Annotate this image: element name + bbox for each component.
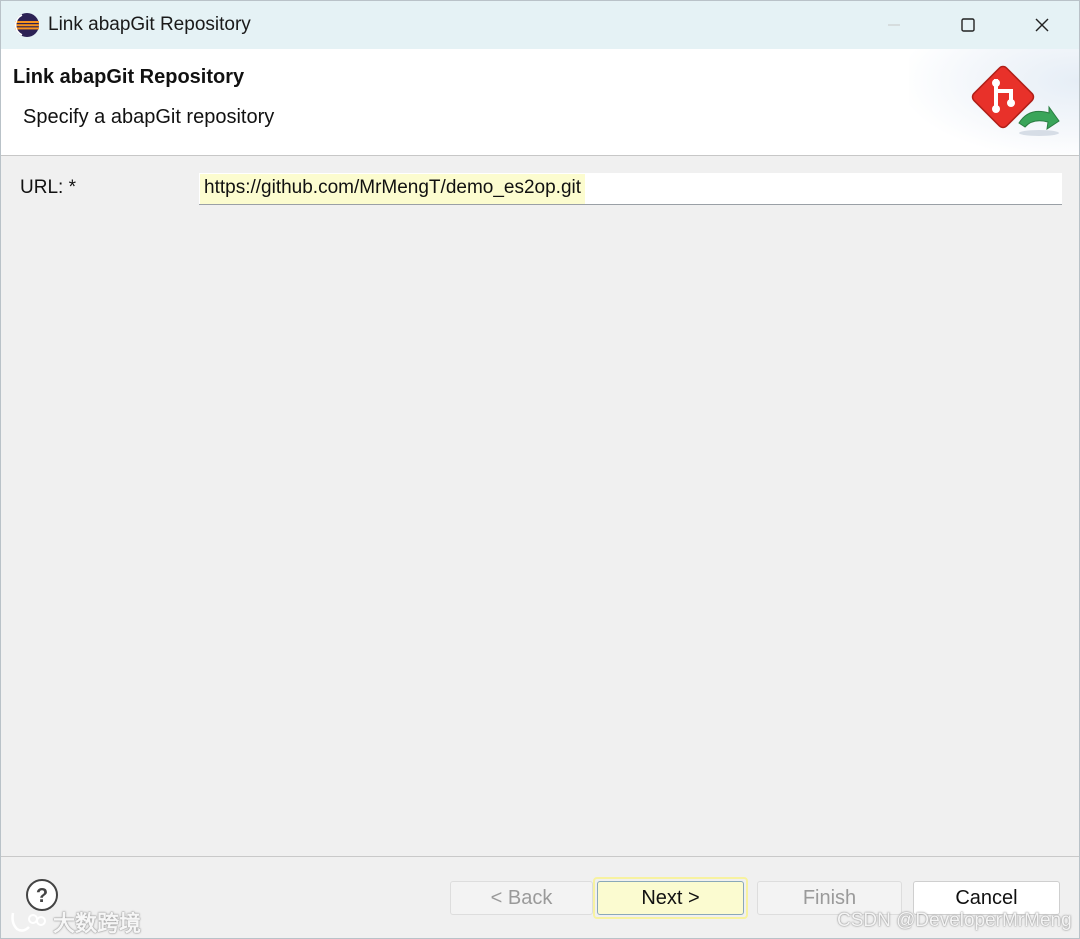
watermark-left: 大数跨境 [9, 906, 141, 938]
abapgit-link-icon [971, 65, 1060, 136]
watermark-left-text: 大数跨境 [53, 911, 142, 936]
next-button[interactable]: Next > [597, 881, 744, 915]
wizard-description: Specify a abapGit repository [23, 106, 275, 128]
url-input[interactable]: https://github.com/MrMengT/demo_es2op.gi… [199, 173, 1062, 205]
button-bar-divider [1, 856, 1079, 857]
url-label: URL: * [20, 177, 76, 198]
help-glyph: ? [36, 885, 48, 907]
minimize-icon [888, 24, 900, 26]
maximize-icon [961, 18, 975, 32]
wizard-title: Link abapGit Repository [13, 66, 245, 88]
close-button[interactable] [1005, 1, 1079, 49]
minimize-button[interactable] [857, 1, 931, 49]
watermark-logo-icon [11, 912, 46, 932]
eclipse-icon [14, 13, 39, 37]
close-icon [1035, 18, 1049, 32]
back-button[interactable]: < Back [450, 881, 593, 915]
window-title: Link abapGit Repository [48, 14, 251, 35]
url-input-value[interactable]: https://github.com/MrMengT/demo_es2op.gi… [200, 174, 586, 204]
wizard-window: Link abapGit Repository Link abapGit Rep… [0, 0, 1080, 939]
watermark-right: CSDN @DeveloperMrMeng [837, 910, 1072, 931]
wizard-header: Link abapGit Repository Specify a abapGi… [1, 49, 1079, 156]
title-bar[interactable]: Link abapGit Repository [1, 1, 1079, 49]
maximize-button[interactable] [931, 1, 1005, 49]
